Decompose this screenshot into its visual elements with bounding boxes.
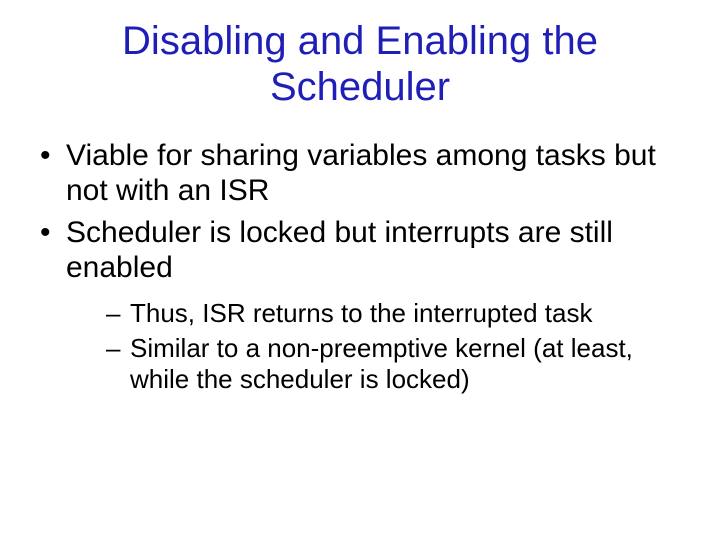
- slide: Disabling and Enabling the Scheduler Via…: [0, 0, 720, 540]
- bullet-item: Viable for sharing variables among tasks…: [36, 138, 690, 209]
- sub-bullet-text: Thus, ISR returns to the interrupted tas…: [130, 298, 592, 328]
- sub-bullet-list: Thus, ISR returns to the interrupted tas…: [106, 298, 690, 396]
- bullet-list: Viable for sharing variables among tasks…: [36, 138, 690, 395]
- slide-title: Disabling and Enabling the Scheduler: [30, 18, 690, 110]
- bullet-text: Scheduler is locked but interrupts are s…: [66, 216, 613, 284]
- bullet-text: Viable for sharing variables among tasks…: [66, 139, 656, 207]
- sub-bullet-item: Thus, ISR returns to the interrupted tas…: [106, 298, 690, 329]
- bullet-item: Scheduler is locked but interrupts are s…: [36, 215, 690, 395]
- sub-bullet-text: Similar to a non-preemptive kernel (at l…: [130, 333, 633, 394]
- sub-bullet-item: Similar to a non-preemptive kernel (at l…: [106, 333, 690, 395]
